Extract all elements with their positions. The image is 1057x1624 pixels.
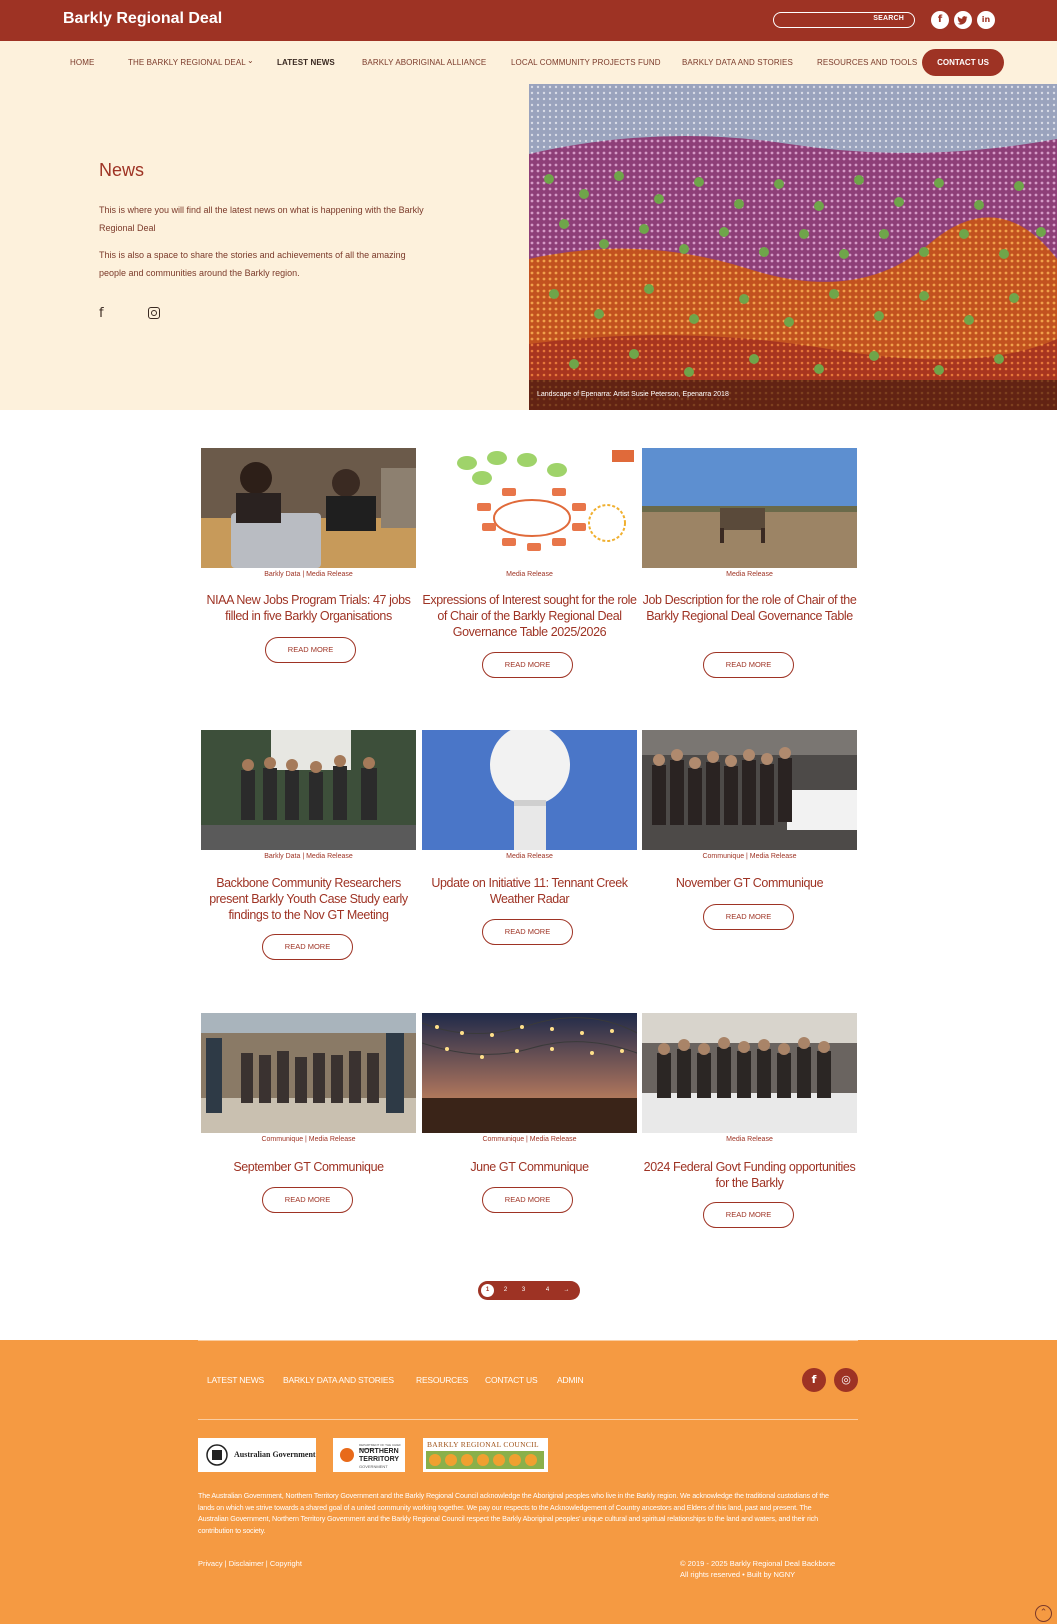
nt-government-logo: DEPARTMENT OF THE CHIEF MINISTER NORTHER…: [333, 1438, 405, 1472]
nav-barkly-aboriginal-alliance[interactable]: BARKLY ABORIGINAL ALLIANCE: [362, 58, 486, 67]
nt-sun-icon: [340, 1448, 354, 1462]
read-more-button[interactable]: READ MORE: [482, 1187, 573, 1213]
nt-name-text: NORTHERN: [359, 1448, 399, 1455]
coat-of-arms-icon: [206, 1444, 228, 1466]
contact-us-button[interactable]: CONTACT US: [922, 49, 1004, 76]
post-category: Communique | Media Release: [702, 853, 797, 860]
twitter-icon[interactable]: [954, 11, 972, 29]
post-category: Barkly Data | Media Release: [264, 853, 353, 860]
post-title[interactable]: September GT Communique: [201, 1159, 416, 1175]
search-box[interactable]: SEARCH: [773, 12, 915, 28]
post-title[interactable]: Update on Initiative 11: Tennant Creek W…: [422, 875, 637, 907]
post-category: Media Release: [506, 571, 553, 578]
next-page-arrow-icon[interactable]: →: [560, 1284, 573, 1297]
post-image-september-gt[interactable]: [201, 1013, 416, 1133]
post-image-job-description[interactable]: [642, 448, 857, 568]
instagram-icon[interactable]: ◎: [834, 1368, 858, 1392]
read-more-button[interactable]: READ MORE: [262, 934, 353, 960]
page-1[interactable]: 1: [481, 1284, 494, 1297]
legal-links[interactable]: Privacy | Disclaimer | Copyright: [198, 1559, 302, 1568]
footer-link-latest-news[interactable]: LATEST NEWS: [207, 1375, 264, 1385]
footer-link-admin[interactable]: ADMIN: [557, 1375, 584, 1385]
nt-gov-text: GOVERNMENT: [359, 1464, 388, 1469]
post-image-eoi-chair[interactable]: [422, 448, 637, 568]
page-title: News: [99, 160, 145, 180]
instagram-icon[interactable]: [148, 307, 160, 319]
post-title[interactable]: Backbone Community Researchers present B…: [201, 875, 416, 923]
nav-home[interactable]: HOME: [70, 58, 94, 67]
rights-text: All rights reserved • Built by NGNY: [680, 1570, 796, 1579]
page-4[interactable]: 4: [541, 1284, 554, 1297]
facebook-icon[interactable]: f: [802, 1368, 826, 1392]
footer-link-resources[interactable]: RESOURCES: [416, 1375, 468, 1385]
read-more-button[interactable]: READ MORE: [703, 1202, 794, 1228]
hero-artwork-image: Landscape of Epenarra: Artist Susie Pete…: [529, 84, 1057, 410]
post-title[interactable]: June GT Communique: [422, 1159, 637, 1175]
nav-latest-news[interactable]: LATEST NEWS: [277, 58, 335, 67]
top-bar: Barkly Regional Deal SEARCH f in: [0, 0, 1057, 41]
post-title[interactable]: Expressions of Interest sought for the r…: [422, 592, 637, 640]
post-category: Media Release: [726, 1136, 773, 1143]
post-image-june-gt[interactable]: [422, 1013, 637, 1133]
post-image-weather-radar[interactable]: [422, 730, 637, 850]
acknowledgement-text: The Australian Government, Northern Terr…: [198, 1491, 829, 1535]
post-category: Communique | Media Release: [482, 1136, 577, 1143]
post-category: Barkly Data | Media Release: [264, 571, 353, 578]
post-title[interactable]: NIAA New Jobs Program Trials: 47 jobs fi…: [201, 592, 416, 624]
barkly-regional-council-logo: BARKLY REGIONAL COUNCIL: [423, 1438, 548, 1472]
scroll-to-top-icon[interactable]: ⌃: [1035, 1605, 1052, 1622]
post-title[interactable]: November GT Communique: [642, 875, 857, 891]
footer-divider: [198, 1419, 858, 1420]
search-input[interactable]: [782, 14, 862, 26]
site-brand[interactable]: Barkly Regional Deal: [63, 10, 222, 28]
nav-barkly-regional-deal[interactable]: THE BARKLY REGIONAL DEAL: [128, 58, 246, 67]
hero-caption-bar: Landscape of Epenarra: Artist Susie Pete…: [529, 380, 1057, 410]
nav-resources-and-tools[interactable]: RESOURCES AND TOOLS: [817, 58, 917, 67]
read-more-button[interactable]: READ MORE: [482, 919, 573, 945]
barkly-council-text: BARKLY REGIONAL COUNCIL: [427, 1440, 539, 1449]
nav-local-community-projects-fund[interactable]: LOCAL COMMUNITY PROJECTS FUND: [511, 58, 661, 67]
linkedin-icon[interactable]: in: [977, 11, 995, 29]
chevron-down-icon[interactable]: ⌄: [247, 56, 254, 65]
australian-government-logo: Australian Government: [198, 1438, 316, 1472]
post-title[interactable]: 2024 Federal Govt Funding opportunities …: [642, 1159, 857, 1191]
page-3[interactable]: 3: [517, 1284, 530, 1297]
post-category: Media Release: [726, 571, 773, 578]
hero-caption: Landscape of Epenarra: Artist Susie Pete…: [537, 391, 729, 398]
nt-territory-text: TERRITORY: [359, 1456, 400, 1463]
facebook-icon[interactable]: f: [931, 11, 949, 29]
hero-paragraph-2: This is also a space to share the storie…: [99, 250, 406, 278]
footer-link-barkly-data[interactable]: BARKLY DATA AND STORIES: [283, 1375, 394, 1385]
aus-gov-text: Australian Government: [234, 1450, 316, 1459]
nav-barkly-data-and-stories[interactable]: BARKLY DATA AND STORIES: [682, 58, 793, 67]
copyright-text: © 2019 - 2025 Barkly Regional Deal Backb…: [680, 1559, 836, 1568]
search-button[interactable]: SEARCH: [873, 15, 904, 22]
hero-paragraph-1: This is where you will find all the late…: [99, 205, 424, 233]
post-image-november-gt[interactable]: [642, 730, 857, 850]
post-image-federal-funding[interactable]: [642, 1013, 857, 1133]
post-category: Communique | Media Release: [261, 1136, 356, 1143]
read-more-button[interactable]: READ MORE: [703, 652, 794, 678]
council-symbols-icon: [426, 1451, 544, 1469]
main-nav: HOME THE BARKLY REGIONAL DEAL ⌄ LATEST N…: [0, 41, 1057, 84]
page-2[interactable]: 2: [499, 1284, 512, 1297]
post-title[interactable]: Job Description for the role of Chair of…: [642, 592, 857, 624]
post-category: Media Release: [506, 853, 553, 860]
post-image-backbone-researchers[interactable]: [201, 730, 416, 850]
read-more-button[interactable]: READ MORE: [265, 637, 356, 663]
footer-divider: [198, 1340, 858, 1341]
post-image-niaa-jobs[interactable]: [201, 448, 416, 568]
read-more-button[interactable]: READ MORE: [262, 1187, 353, 1213]
pagination: 1 2 3 4 →: [478, 1281, 580, 1300]
read-more-button[interactable]: READ MORE: [482, 652, 573, 678]
read-more-button[interactable]: READ MORE: [703, 904, 794, 930]
facebook-icon[interactable]: f: [99, 306, 104, 321]
footer-link-contact-us[interactable]: CONTACT US: [485, 1375, 538, 1385]
